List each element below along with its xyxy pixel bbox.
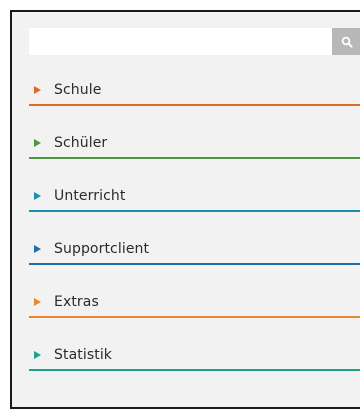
triangle-right-icon — [34, 245, 54, 253]
menu-item-underline — [29, 369, 360, 371]
triangle-right-icon — [34, 298, 54, 306]
menu-item-underline — [29, 316, 360, 318]
main-menu: Schule Schüler Unterricht Supportclient Extr… — [29, 75, 360, 393]
search-button[interactable] — [332, 28, 360, 55]
search-input[interactable] — [29, 28, 332, 55]
menu-item-schueler[interactable]: Schüler — [29, 128, 360, 181]
menu-item-underline — [29, 157, 360, 159]
menu-item-label: Statistik — [54, 347, 113, 363]
menu-item-label: Unterricht — [54, 188, 126, 204]
triangle-right-icon — [34, 86, 54, 94]
triangle-right-icon — [34, 351, 54, 359]
menu-item-label: Extras — [54, 294, 99, 310]
menu-item-underline — [29, 263, 360, 265]
search-bar — [29, 28, 360, 55]
menu-item-schule[interactable]: Schule — [29, 75, 360, 128]
search-icon — [341, 36, 353, 48]
menu-item-label: Supportclient — [54, 241, 150, 257]
triangle-right-icon — [34, 192, 54, 200]
menu-item-underline — [29, 104, 360, 106]
menu-item-label: Schule — [54, 82, 102, 98]
triangle-right-icon — [34, 139, 54, 147]
menu-item-underline — [29, 210, 360, 212]
menu-item-label: Schüler — [54, 135, 108, 151]
menu-item-unterricht[interactable]: Unterricht — [29, 181, 360, 234]
menu-item-extras[interactable]: Extras — [29, 287, 360, 340]
menu-item-supportclient[interactable]: Supportclient — [29, 234, 360, 287]
menu-item-statistik[interactable]: Statistik — [29, 340, 360, 393]
